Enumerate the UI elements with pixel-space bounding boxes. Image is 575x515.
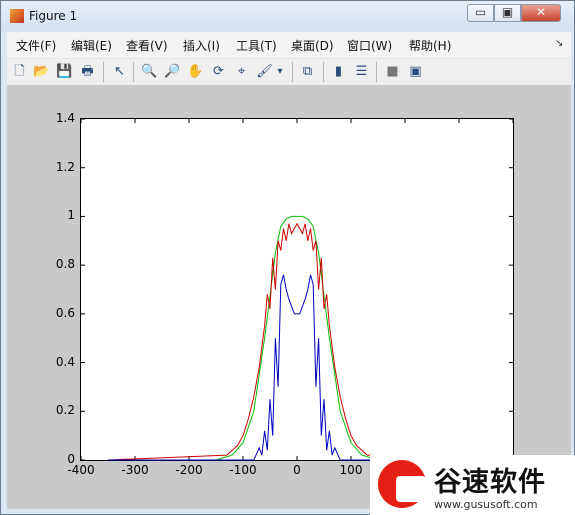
print-icon[interactable]: 🖶 — [79, 63, 96, 80]
series-line-1 — [108, 215, 486, 461]
watermark-name: 谷速软件 — [434, 467, 546, 498]
menu-edit[interactable]: 编辑(E) — [71, 37, 112, 54]
matlab-app-icon — [10, 9, 24, 23]
watermark-logo: 谷速软件 www.gususoft.com — [370, 455, 575, 515]
y-tick-label: 1.2 — [55, 159, 75, 174]
save-icon[interactable]: 💾 — [56, 63, 73, 80]
x-tick-label: -200 — [175, 463, 203, 477]
series-line-3 — [108, 274, 486, 461]
plot-axes[interactable] — [80, 118, 514, 461]
toolbar-separator — [103, 62, 104, 82]
colorbar-icon[interactable]: ▮ — [330, 63, 347, 80]
menu-dock-arrow-icon[interactable]: ↘ — [555, 38, 563, 49]
minimize-button[interactable]: ▭ — [467, 4, 494, 22]
watermark-g-icon — [378, 460, 426, 508]
menu-view[interactable]: 查看(V) — [126, 37, 168, 54]
menu-insert[interactable]: 插入(I) — [183, 37, 220, 54]
toolbar-separator — [292, 62, 293, 82]
new-figure-icon[interactable]: 🗋 — [11, 63, 28, 80]
x-tick-label: 100 — [339, 463, 363, 477]
watermark-url: www.gususoft.com — [434, 498, 538, 511]
menu-window[interactable]: 窗口(W) — [347, 37, 392, 54]
y-tick-label: 1.4 — [55, 111, 75, 125]
menu-tools[interactable]: 工具(T) — [236, 37, 277, 54]
toolbar-separator — [323, 62, 324, 82]
close-button[interactable]: ✕ — [521, 4, 561, 22]
x-tick-label: -100 — [229, 463, 257, 477]
x-tick-label: -300 — [121, 463, 149, 477]
menu-file[interactable]: 文件(F) — [16, 37, 56, 54]
link-plot-icon[interactable]: ⧉ — [299, 63, 316, 80]
legend-icon[interactable]: ☰ — [353, 63, 370, 80]
y-tick-label: 0.4 — [55, 354, 75, 369]
x-tick-label: 0 — [293, 463, 301, 477]
rotate-3d-icon[interactable]: ⟳ — [210, 63, 227, 80]
open-file-icon[interactable]: 📂 — [33, 63, 50, 80]
toolbar-separator — [133, 62, 134, 82]
hide-plot-tools-icon[interactable]: ■ — [384, 63, 401, 80]
zoom-in-icon[interactable]: 🔍 — [141, 63, 158, 80]
toolbar: 🗋 📂 💾 🖶 ↖ 🔍 🔎 ✋ ⟳ ⌖ 🖌 ▾ ⧉ ▮ ☰ ■ ▣ — [7, 59, 571, 86]
data-cursor-icon[interactable]: ⌖ — [233, 63, 250, 80]
plot-area — [80, 118, 514, 461]
y-tick-label: 0 — [67, 452, 75, 466]
zoom-out-icon[interactable]: 🔎 — [164, 63, 181, 80]
maximize-button[interactable]: ▣ — [494, 4, 521, 22]
y-tick-label: 0.6 — [55, 305, 75, 320]
menu-desktop[interactable]: 桌面(D) — [291, 37, 334, 54]
menu-bar: 文件(F) 编辑(E) 查看(V) 插入(I) 工具(T) 桌面(D) 窗口(W… — [7, 32, 571, 58]
series-line-2 — [107, 222, 487, 461]
edit-plot-arrow-icon[interactable]: ↖ — [111, 63, 128, 80]
y-tick-label: 1 — [67, 208, 75, 223]
y-tick-label: 0.2 — [55, 403, 75, 418]
menu-help[interactable]: 帮助(H) — [409, 37, 451, 54]
show-plot-tools-icon[interactable]: ▣ — [407, 63, 424, 80]
brush-icon[interactable]: 🖌 — [256, 63, 273, 80]
window-title: Figure 1 — [29, 9, 78, 23]
title-bar[interactable]: Figure 1 ▭ ▣ ✕ — [1, 1, 574, 31]
toolbar-separator — [376, 62, 377, 82]
y-tick-label: 0.8 — [55, 257, 75, 272]
brush-dropdown-icon[interactable]: ▾ — [275, 63, 285, 80]
pan-hand-icon[interactable]: ✋ — [187, 63, 204, 80]
